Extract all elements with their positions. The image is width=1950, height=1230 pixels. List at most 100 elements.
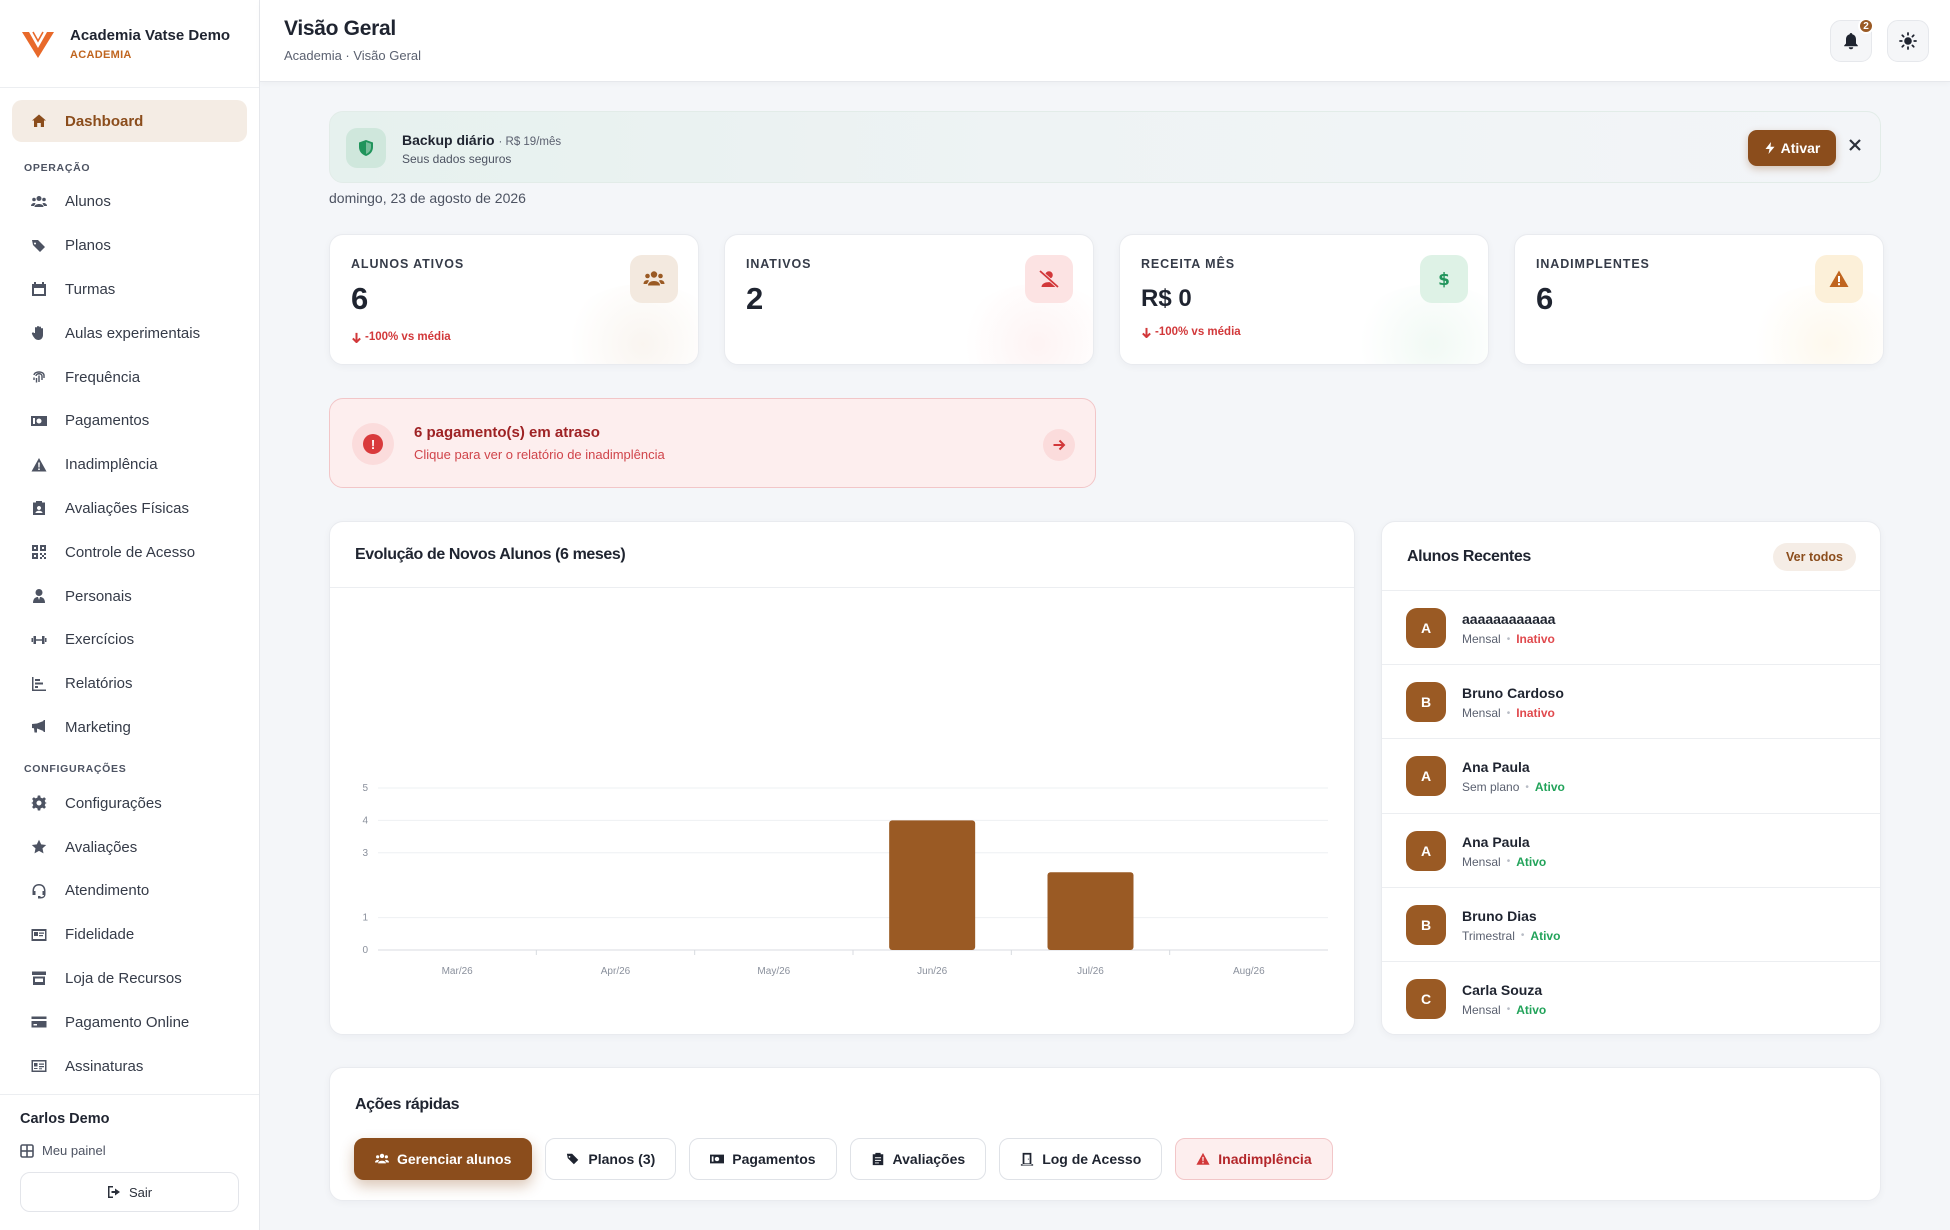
activate-backup-button[interactable]: Ativar [1748, 130, 1836, 166]
y-tick-label: 1 [362, 913, 368, 924]
sidebar-item-pagamentos[interactable]: Pagamentos [12, 399, 247, 443]
stat-card-receita-mes[interactable]: RECEITA MÊS R$ 0 -100% vs média $ [1119, 234, 1489, 365]
student-plan: Mensal [1462, 1002, 1501, 1017]
my-panel-link[interactable]: Meu painel [20, 1143, 239, 1158]
users-icon [375, 1153, 389, 1164]
list-item[interactable]: C Carla Souza Mensal • Ativo [1382, 962, 1880, 1034]
y-tick-label: 0 [362, 945, 368, 956]
view-all-button[interactable]: Ver todos [1773, 543, 1856, 571]
student-meta: Trimestral • Ativo [1462, 929, 1560, 943]
users-icon [630, 255, 678, 303]
money-icon [28, 412, 50, 430]
manage-students-button[interactable]: Gerenciar alunos [354, 1138, 533, 1180]
bell-icon [1844, 33, 1858, 50]
sidebar-item-assinaturas[interactable]: Assinaturas [12, 1044, 247, 1088]
stat-trend: -100% vs média [351, 331, 451, 343]
chart-bar[interactable] [889, 820, 976, 950]
sidebar-item-label: Loja de Recursos [65, 969, 182, 987]
sidebar-item-relatorios[interactable]: Relatórios [12, 662, 247, 706]
warning-icon [1196, 1152, 1210, 1165]
sidebar-item-planos[interactable]: Planos [12, 224, 247, 268]
chart-title: Evolução de Novos Alunos (6 meses) [355, 546, 626, 563]
panel-grid-icon [20, 1143, 34, 1158]
door-icon [1021, 1152, 1034, 1166]
alert-circle-icon: ! [352, 423, 394, 465]
sidebar-item-personais[interactable]: Personais [12, 574, 247, 618]
quick-actions-title: Ações rápidas [355, 1096, 460, 1113]
sidebar-item-avaliacoes-fisicas[interactable]: Avaliações Físicas [12, 487, 247, 531]
stat-card-inativos[interactable]: INATIVOS 2 [724, 234, 1094, 365]
list-item[interactable]: A aaaaaaaaaaaa Mensal • Inativo [1382, 591, 1880, 666]
sidebar-item-loja-de-recursos[interactable]: Loja de Recursos [12, 957, 247, 1001]
sidebar-item-turmas[interactable]: Turmas [12, 268, 247, 312]
button-label: Pagamentos [732, 1151, 816, 1167]
sidebar-item-controle-de-acesso[interactable]: Controle de Acesso [12, 530, 247, 574]
list-item[interactable]: A Ana Paula Sem plano • Ativo [1382, 739, 1880, 814]
arrow-down-icon [1142, 327, 1151, 338]
sidebar-item-exercicios[interactable]: Exercícios [12, 618, 247, 662]
stat-value: 2 [746, 281, 764, 316]
brand[interactable]: Academia Vatse Demo ACADEMIA [0, 0, 259, 88]
access-log-button[interactable]: Log de Acesso [999, 1138, 1163, 1180]
sidebar-item-inadimplencia[interactable]: Inadimplência [12, 443, 247, 487]
page-title: Visão Geral [284, 17, 396, 40]
stat-label: RECEITA MÊS [1141, 257, 1235, 271]
list-item[interactable]: B Bruno Dias Trimestral • Ativo [1382, 888, 1880, 962]
button-label: Inadimplência [1218, 1151, 1312, 1167]
list-item[interactable]: B Bruno Cardoso Mensal • Inativo [1382, 665, 1880, 740]
tags-icon [567, 1153, 579, 1165]
sidebar-item-label: Inadimplência [65, 456, 158, 474]
payments-button[interactable]: Pagamentos [689, 1138, 837, 1180]
sidebar-item-atendimento[interactable]: Atendimento [12, 869, 247, 913]
sidebar-item-label: Pagamento Online [65, 1013, 190, 1031]
delinquency-button[interactable]: Inadimplência [1175, 1138, 1333, 1180]
arrow-right-icon[interactable] [1043, 429, 1075, 461]
stat-card-alunos-ativos[interactable]: ALUNOS ATIVOS 6 -100% vs média [329, 234, 699, 365]
list-item[interactable]: A Ana Paula Mensal • Ativo [1382, 814, 1880, 888]
sidebar-item-avaliacoes[interactable]: Avaliações [12, 825, 247, 869]
separator-dot: • [1506, 633, 1511, 645]
money-icon [710, 1154, 725, 1164]
evaluations-button[interactable]: Avaliações [849, 1138, 987, 1180]
quick-actions-card: Ações rápidas Gerenciar alunos Planos (3… [329, 1067, 1881, 1201]
current-date: domingo, 23 de agosto de 2026 [329, 190, 526, 206]
sidebar-item-label: Turmas [65, 280, 116, 298]
sidebar-item-configuracoes[interactable]: Configurações [12, 781, 247, 825]
id-card-icon [28, 1057, 50, 1075]
sidebar-item-alunos[interactable]: Alunos [12, 180, 247, 224]
star-icon [28, 838, 50, 856]
sidebar-item-marketing[interactable]: Marketing [12, 706, 247, 750]
student-plan: Mensal [1462, 706, 1501, 721]
sidebar-item-label: Controle de Acesso [65, 543, 196, 561]
sidebar-item-aulas-experimentais[interactable]: Aulas experimentais [12, 311, 247, 355]
sidebar-item-dashboard[interactable]: Dashboard [12, 100, 247, 142]
logout-button[interactable]: Sair [20, 1172, 239, 1212]
status-badge: Inativo [1516, 632, 1555, 646]
sidebar-item-label: Avaliações Físicas [65, 499, 189, 517]
sidebar-item-fidelidade[interactable]: Fidelidade [12, 913, 247, 957]
overdue-payments-alert[interactable]: ! 6 pagamento(s) em atraso Clique para v… [329, 398, 1096, 488]
fingerprint-icon [28, 368, 50, 386]
stat-card-inadimplentes[interactable]: INADIMPLENTES 6 [1514, 234, 1884, 365]
notifications-button[interactable]: 2 [1830, 18, 1874, 62]
sidebar: Academia Vatse Demo ACADEMIA Dashboard O… [0, 0, 260, 1230]
stat-label: ALUNOS ATIVOS [351, 257, 465, 271]
warning-icon [1815, 255, 1863, 303]
stat-trend-text: -100% vs média [1155, 326, 1241, 338]
backup-title: Backup diário · R$ 19/mês [402, 132, 561, 148]
stat-value: 6 [351, 281, 369, 316]
tags-icon [28, 237, 50, 255]
theme-toggle-button[interactable] [1887, 20, 1929, 62]
sidebar-item-frequencia[interactable]: Frequência [12, 355, 247, 399]
card-glow [1743, 284, 1883, 364]
chart-bar[interactable] [1047, 872, 1134, 950]
sidebar-item-pagamento-online[interactable]: Pagamento Online [12, 1000, 247, 1044]
student-plan: Mensal [1462, 854, 1501, 869]
activate-label: Ativar [1780, 140, 1821, 156]
sidebar-item-label: Aulas experimentais [65, 324, 201, 342]
recent-students-card: Alunos Recentes Ver todos A aaaaaaaaaaaa… [1381, 521, 1881, 1035]
card-glow [953, 284, 1093, 364]
close-banner-button[interactable] [1848, 138, 1866, 156]
user-box: Carlos Demo Meu painel Sair [0, 1094, 259, 1230]
plans-button[interactable]: Planos (3) [545, 1138, 677, 1180]
